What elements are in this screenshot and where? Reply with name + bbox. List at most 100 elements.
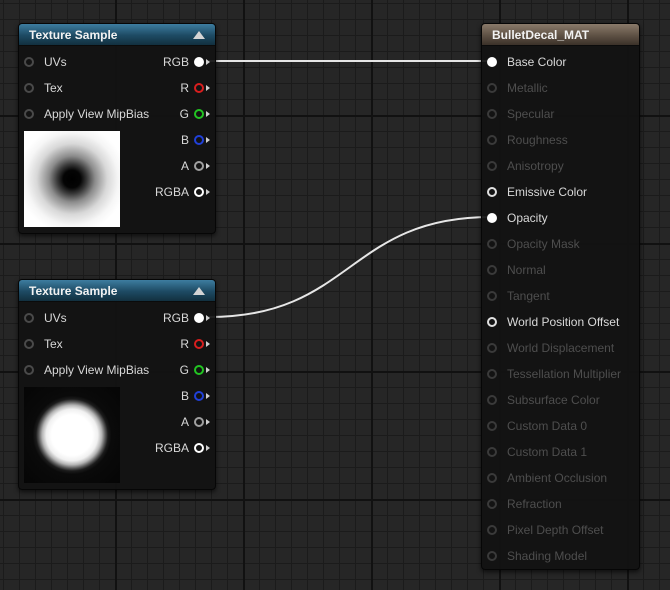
output-pin-rgb[interactable]: RGB <box>158 310 210 326</box>
node-header[interactable]: BulletDecal_MAT <box>482 24 639 46</box>
pin-icon[interactable] <box>24 83 34 93</box>
input-pin-tex[interactable]: Tex <box>24 80 68 96</box>
pin-icon[interactable] <box>194 339 204 349</box>
pin-label: B <box>180 133 189 147</box>
pin-icon <box>487 239 497 249</box>
pin-icon[interactable] <box>194 365 204 375</box>
pin-icon <box>487 265 497 275</box>
pin-icon[interactable] <box>194 417 204 427</box>
input-pin-custom-data-1: Custom Data 1 <box>487 444 592 460</box>
output-pin-r[interactable]: R <box>175 336 210 352</box>
pin-label: Specular <box>507 107 555 121</box>
pin-label: RGB <box>162 55 189 69</box>
collapse-icon[interactable] <box>193 30 205 39</box>
input-pin-tangent: Tangent <box>487 288 555 304</box>
input-pin-shading-model: Shading Model <box>487 548 592 564</box>
pin-label: RGBA <box>154 441 189 455</box>
input-pin-uvs[interactable]: UVs <box>24 54 72 70</box>
pin-label: World Position Offset <box>507 315 620 329</box>
input-pin-opacity[interactable]: Opacity <box>487 210 553 226</box>
pin-arrow-icon <box>206 189 210 195</box>
pin-icon[interactable] <box>24 109 34 119</box>
material-result-node[interactable]: BulletDecal_MAT Base Color Metallic Specul… <box>481 23 640 570</box>
pin-icon[interactable] <box>194 391 204 401</box>
pin-icon[interactable] <box>487 187 497 197</box>
texture-preview <box>24 131 120 227</box>
output-pin-r[interactable]: R <box>175 80 210 96</box>
pin-arrow-icon <box>206 367 210 373</box>
pin-label: Metallic <box>507 81 548 95</box>
pin-label: A <box>180 415 189 429</box>
input-pin-tessellation-multiplier: Tessellation Multiplier <box>487 366 626 382</box>
input-pin-metallic: Metallic <box>487 80 553 96</box>
pin-icon[interactable] <box>24 57 34 67</box>
pin-arrow-icon <box>206 393 210 399</box>
pin-label: UVs <box>44 311 67 325</box>
input-pin-apply-view-mipbias[interactable]: Apply View MipBias <box>24 362 154 378</box>
pin-icon[interactable] <box>194 187 204 197</box>
pin-label: Roughness <box>507 133 568 147</box>
input-pin-subsurface-color: Subsurface Color <box>487 392 605 408</box>
pin-icon <box>487 369 497 379</box>
collapse-icon[interactable] <box>193 286 205 295</box>
pin-arrow-icon <box>206 137 210 143</box>
pin-icon[interactable] <box>194 109 204 119</box>
texture-sample-node[interactable]: Texture Sample UVs Tex Apply View MipBia… <box>18 279 216 490</box>
wire-rgb-to-opacity[interactable] <box>208 216 492 318</box>
pin-icon[interactable] <box>24 365 34 375</box>
node-header[interactable]: Texture Sample <box>19 280 215 302</box>
pin-arrow-icon <box>206 341 210 347</box>
pin-label: Custom Data 0 <box>507 419 588 433</box>
pin-label: B <box>180 389 189 403</box>
input-pin-ambient-occlusion: Ambient Occlusion <box>487 470 612 486</box>
input-pin-apply-view-mipbias[interactable]: Apply View MipBias <box>24 106 154 122</box>
input-pin-emissive-color[interactable]: Emissive Color <box>487 184 592 200</box>
texture-sample-node[interactable]: Texture Sample UVs Tex Apply View MipBia… <box>18 23 216 234</box>
pin-icon[interactable] <box>487 57 497 67</box>
output-pin-rgb[interactable]: RGB <box>158 54 210 70</box>
input-pin-tex[interactable]: Tex <box>24 336 68 352</box>
pin-label: Opacity Mask <box>507 237 580 251</box>
pin-label: Pixel Depth Offset <box>507 523 604 537</box>
pin-icon[interactable] <box>194 313 204 323</box>
output-pin-b[interactable]: B <box>176 132 210 148</box>
output-pin-a[interactable]: A <box>176 414 210 430</box>
pin-label: R <box>180 81 189 95</box>
output-pin-g[interactable]: G <box>175 362 210 378</box>
input-pin-specular: Specular <box>487 106 559 122</box>
pin-label: Apply View MipBias <box>44 363 150 377</box>
pin-arrow-icon <box>206 445 210 451</box>
input-pin-base-color[interactable]: Base Color <box>487 54 571 70</box>
node-title: Texture Sample <box>29 283 118 298</box>
pin-icon <box>487 343 497 353</box>
pin-icon <box>487 135 497 145</box>
pin-icon <box>487 109 497 119</box>
output-pin-g[interactable]: G <box>175 106 210 122</box>
input-pin-normal: Normal <box>487 262 551 278</box>
pin-label: Subsurface Color <box>507 393 600 407</box>
output-pin-rgba[interactable]: RGBA <box>150 440 210 456</box>
input-pin-opacity-mask: Opacity Mask <box>487 236 585 252</box>
pin-arrow-icon <box>206 315 210 321</box>
output-pin-a[interactable]: A <box>176 158 210 174</box>
input-pin-uvs[interactable]: UVs <box>24 310 72 326</box>
pin-icon[interactable] <box>24 339 34 349</box>
pin-icon[interactable] <box>194 83 204 93</box>
pin-icon <box>487 421 497 431</box>
pin-icon[interactable] <box>487 213 497 223</box>
pin-icon[interactable] <box>194 443 204 453</box>
pin-icon <box>487 551 497 561</box>
pin-label: Anisotropy <box>507 159 564 173</box>
pin-icon <box>487 395 497 405</box>
output-pin-b[interactable]: B <box>176 388 210 404</box>
pin-icon <box>487 525 497 535</box>
output-pin-rgba[interactable]: RGBA <box>150 184 210 200</box>
pin-icon[interactable] <box>194 135 204 145</box>
input-pin-world-position-offset[interactable]: World Position Offset <box>487 314 624 330</box>
pin-icon[interactable] <box>194 57 204 67</box>
pin-icon[interactable] <box>487 317 497 327</box>
pin-label: G <box>179 363 189 377</box>
pin-icon[interactable] <box>194 161 204 171</box>
node-header[interactable]: Texture Sample <box>19 24 215 46</box>
pin-icon[interactable] <box>24 313 34 323</box>
